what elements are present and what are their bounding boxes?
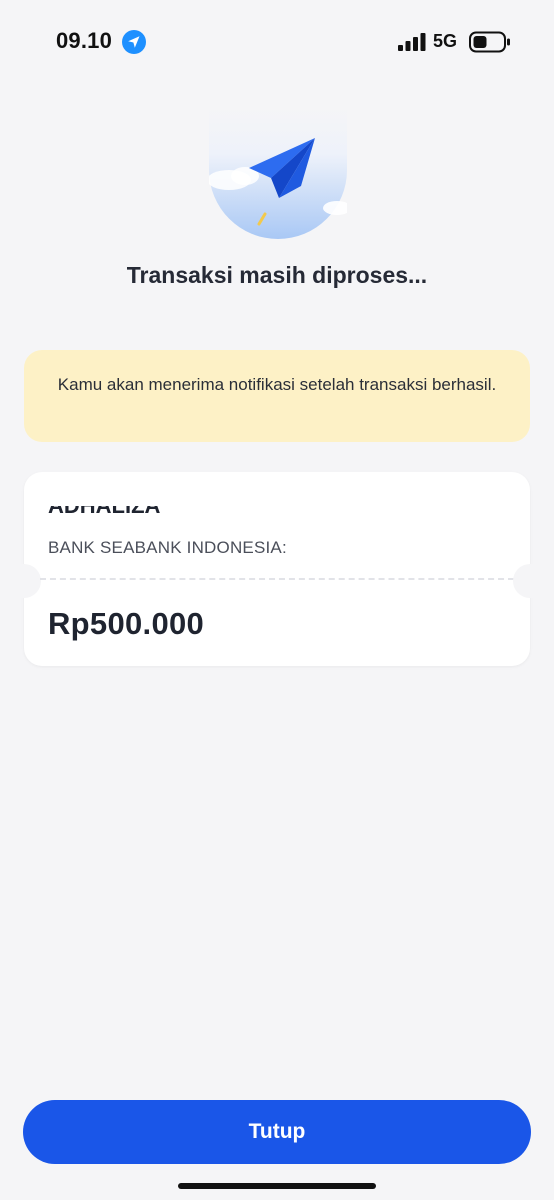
status-time: 09.10	[56, 28, 113, 53]
recipient-name-text: ADHALIZA	[48, 506, 448, 517]
receipt-notch-left	[7, 564, 41, 598]
transfer-amount: Rp500.000	[48, 606, 205, 641]
receipt-notch-right	[513, 564, 547, 598]
network-type-label: 5G	[433, 31, 458, 51]
notification-info-text: Kamu akan menerima notifikasi setelah tr…	[57, 375, 497, 394]
notification-info-banner: Kamu akan menerima notifikasi setelah tr…	[24, 350, 530, 442]
location-arrow-icon	[122, 30, 146, 54]
home-indicator[interactable]	[178, 1183, 376, 1189]
recipient-bank: BANK SEABANK INDONESIA:	[48, 538, 287, 557]
signal-bars-icon	[398, 33, 426, 51]
transaction-receipt-card: ADHALIZA BANK SEABANK INDONESIA: Rp500.0…	[7, 472, 547, 666]
close-button[interactable]: Tutup	[23, 1100, 531, 1164]
transaction-status-screen: 09.10 5G Transaksi masih diproses... Kam…	[0, 0, 554, 1200]
battery-icon	[469, 31, 510, 53]
paper-plane-icon	[209, 108, 347, 239]
receipt-divider	[40, 578, 514, 580]
page-title: Transaksi masih diproses...	[126, 262, 428, 288]
status-bar: 09.10 5G	[0, 0, 554, 80]
recipient-name: ADHALIZA	[48, 506, 448, 520]
